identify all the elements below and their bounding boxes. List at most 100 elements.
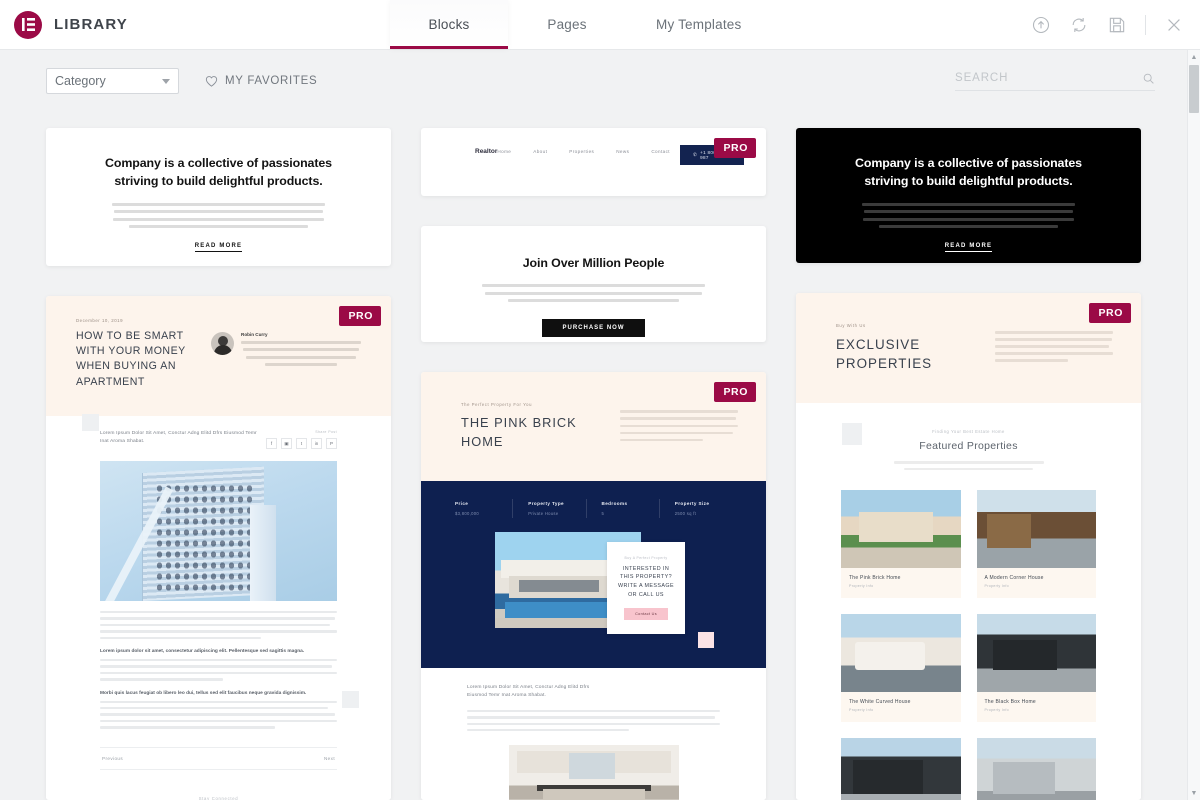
header-divider [1145,14,1146,35]
tab-my-templates[interactable]: My Templates [626,0,771,49]
exclusive-title: EXCLUSIVE PROPERTIES [836,337,933,372]
pro-badge: PRO [1089,303,1131,324]
heart-outline-icon [205,76,218,87]
hero-light-title: Company is a collective of passionates s… [105,156,332,189]
property-list-item[interactable]: The White Curved House Property Info [841,613,961,722]
vertical-scrollbar[interactable]: ▲ ▼ [1187,50,1200,800]
stat-price-label: Price [455,500,469,506]
caret-down-icon[interactable]: ▼ [1188,786,1200,800]
library-tabs: Blocks Pages My Templates [390,0,771,49]
interior-photo [508,745,679,800]
template-card-navbar[interactable]: PRO Realtor Home About Properties News C… [421,128,766,196]
library-header: LIBRARY Blocks Pages My Templates [0,0,1200,50]
featured-properties-grid: The Pink Brick Home Property Info A Mode… [796,474,1141,800]
decorative-square [698,631,714,648]
property-thumbnail [976,489,1096,568]
stat-bedrooms-value: 5 [601,510,605,516]
blog-date: December 10, 2019 [76,317,124,323]
upload-circle-icon[interactable] [1031,15,1051,35]
nav-link-home[interactable]: Home [497,149,511,154]
template-grid: Company is a collective of passionates s… [0,112,1188,800]
stat-bedrooms-label: Bedrooms [601,500,628,506]
pro-badge: PRO [339,305,381,326]
pink-brick-description [620,410,738,450]
phone-icon: ✆ [692,152,698,157]
property-list-item[interactable] [841,737,961,800]
article-building-image [100,461,337,602]
tab-pages[interactable]: Pages [508,0,626,49]
template-card-exclusive-properties[interactable]: PRO Buy With Us EXCLUSIVE PROPERTIES Fin… [796,293,1141,800]
template-card-blog-article[interactable]: PRO December 10, 2019 HOW TO BE SMART WI… [46,295,391,800]
join-title: Join Over Million People [522,256,665,270]
linkedin-icon[interactable]: in [311,438,322,450]
hero-dark-preview: Company is a collective of passionates s… [796,128,1141,264]
scrollbar-thumb[interactable] [1189,65,1199,113]
avatar [211,331,234,355]
nav-link-news[interactable]: News [616,149,629,154]
hero-light-cta[interactable]: READ MORE [194,243,243,252]
hero-light-preview: Company is a collective of passionates s… [46,128,391,266]
brand: LIBRARY [0,0,390,49]
pink-brick-stats: Price $3,800,000 Property Type Private H… [421,480,766,668]
grid-column-3: Company is a collective of passionates s… [796,128,1141,800]
tab-blocks[interactable]: Blocks [390,0,508,49]
stat-property-size-label: Property Size [674,500,710,506]
stat-property-size-value: 2500 sq ft [674,510,697,516]
property-sub: Property Info [849,583,874,588]
caret-up-icon[interactable]: ▲ [1188,50,1200,64]
template-card-pink-brick[interactable]: PRO The Perfect Property For You THE PIN… [421,372,766,800]
property-thumbnail [976,613,1096,692]
tab-pages-label: Pages [547,17,587,32]
hero-light-body-lines [112,202,325,229]
previous-link[interactable]: Previous [102,756,123,761]
search-input[interactable] [955,72,1142,84]
sync-icon[interactable] [1069,15,1089,35]
template-card-hero-dark[interactable]: Company is a collective of passionates s… [796,128,1141,264]
stat-price: Price $3,800,000 [455,501,512,516]
article-lead: Lorem Ipsum Dolor Sit Amet, Conctur Adng… [100,431,257,445]
pro-badge: PRO [714,382,756,403]
article-subhead-2: Morbi quis lacus feugiat ob libero leo d… [100,690,307,696]
contact-us-button[interactable]: Contact Us [624,608,668,621]
chevron-down-icon [162,78,170,84]
join-cta[interactable]: PURCHASE NOW [542,318,645,337]
my-favorites-filter[interactable]: MY FAVORITES [205,75,317,87]
search-field[interactable] [955,72,1155,91]
magnifier-icon[interactable] [1142,72,1155,85]
property-sub: Property Info [984,583,1009,588]
more-updates-section: Stay Connected More Updates [46,770,391,800]
property-thumbnail [976,737,1096,800]
stat-bedrooms: Bedrooms 5 [585,498,659,518]
elementor-logo-icon [14,10,42,39]
pinterest-icon[interactable]: P [326,438,337,450]
contact-callout: Buy A Perfect Property INTERESTED IN THI… [607,541,685,635]
more-updates-kicker: Stay Connected [198,795,239,800]
property-name: The Black Box Home [984,698,1036,705]
template-card-join[interactable]: Join Over Million People PURCHASE NOW [421,226,766,343]
exclusive-kicker: Buy With Us [836,323,866,329]
twitter-icon[interactable]: t [296,438,307,450]
navbar-links: Home About Properties News Contact [497,149,670,154]
facebook-icon[interactable]: f [266,438,277,450]
close-x-icon[interactable] [1164,15,1184,35]
property-list-item[interactable]: A Modern Corner House Property Info [976,489,1096,598]
template-card-hero-light[interactable]: Company is a collective of passionates s… [46,128,391,266]
library-modal: LIBRARY Blocks Pages My Templates Catego… [0,0,1200,800]
next-link[interactable]: Next [324,756,335,761]
floppy-save-icon[interactable] [1107,15,1127,35]
nav-link-contact[interactable]: Contact [651,149,670,154]
property-name: The Pink Brick Home [849,574,901,581]
property-list-item[interactable]: The Black Box Home Property Info [976,613,1096,722]
nav-link-properties[interactable]: Properties [569,149,594,154]
hero-dark-cta[interactable]: READ MORE [944,243,993,252]
grid-column-2: PRO Realtor Home About Properties News C… [421,128,766,800]
join-preview: Join Over Million People PURCHASE NOW [421,226,766,342]
instagram-icon[interactable]: ▣ [281,438,292,450]
hero-dark-body-lines [862,202,1075,229]
pink-brick-photo-area: Buy A Perfect Property INTERESTED IN THI… [455,531,732,652]
author-name: Robin Curry [241,331,268,337]
category-select[interactable]: Category [46,68,179,94]
nav-link-about[interactable]: About [533,149,547,154]
property-list-item[interactable]: The Pink Brick Home Property Info [841,489,961,598]
property-list-item[interactable] [976,737,1096,800]
